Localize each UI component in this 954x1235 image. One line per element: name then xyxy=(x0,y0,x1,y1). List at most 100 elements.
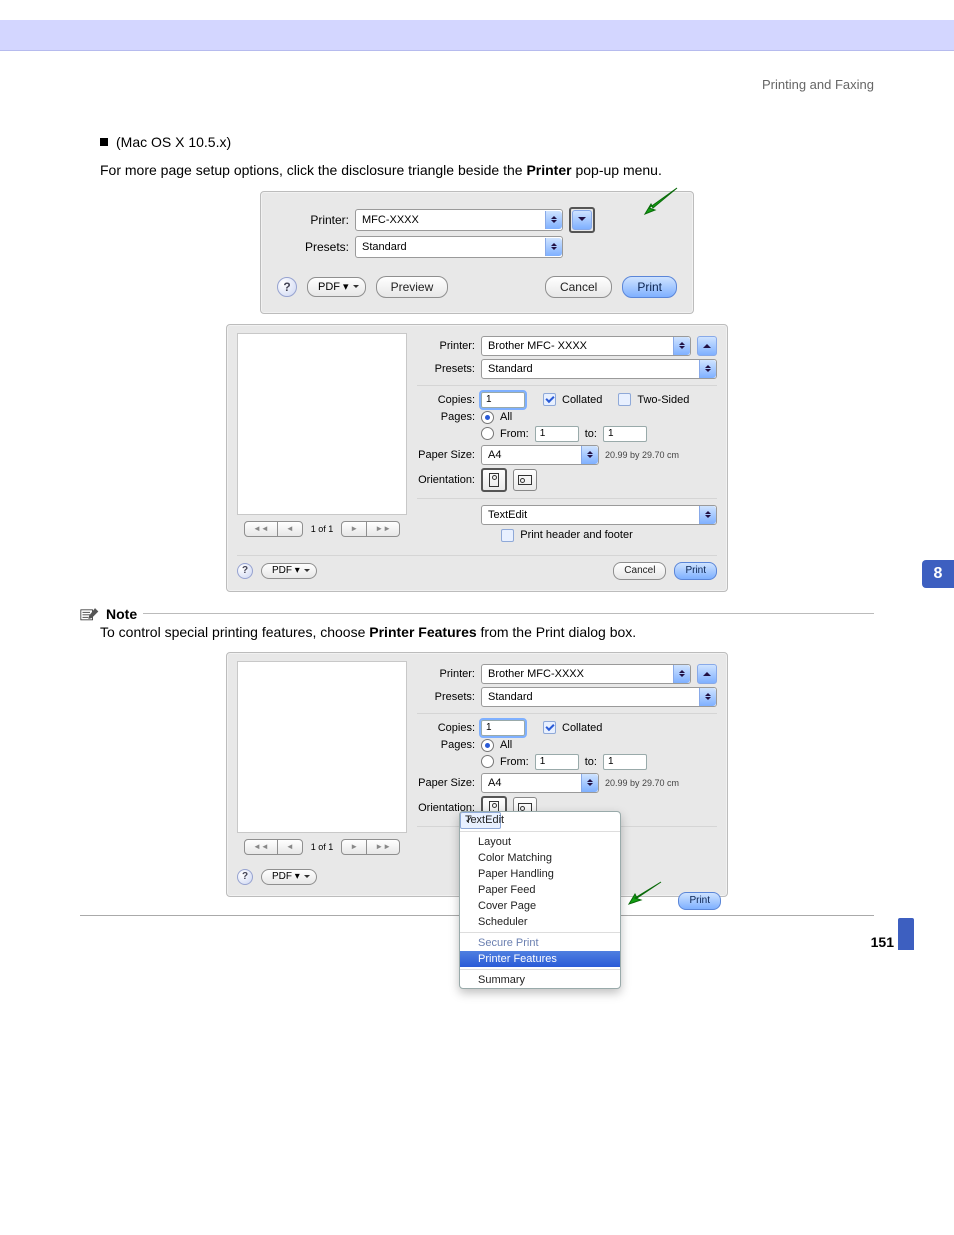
pdf-menu-button[interactable]: PDF ▾ xyxy=(307,277,366,297)
menu-item[interactable]: Cover Page xyxy=(460,898,620,914)
disclosure-triangle-button[interactable] xyxy=(697,664,717,684)
pages-from-label: From: xyxy=(500,756,529,768)
menu-item[interactable]: Paper Handling xyxy=(460,866,620,882)
callout-arrow-icon xyxy=(639,186,679,216)
collated-label: Collated xyxy=(562,394,602,406)
note-rule xyxy=(143,613,874,614)
paper-size-label: Paper Size: xyxy=(417,449,475,461)
collated-checkbox[interactable] xyxy=(543,721,556,734)
os-heading: (Mac OS X 10.5.x) xyxy=(116,132,231,152)
collated-label: Collated xyxy=(562,722,602,734)
preview-page-counter: 1 of 1 xyxy=(311,524,334,534)
preview-page-counter: 1 of 1 xyxy=(311,842,334,852)
pages-label: Pages: xyxy=(417,739,475,751)
popup-arrows-icon xyxy=(699,360,716,378)
orientation-landscape-button[interactable] xyxy=(513,469,537,491)
print-dialog-expanded: ◄◄◄ 1 of 1 ►►► Printer: Brother MFC- XXX… xyxy=(226,324,728,592)
menu-item-printer-features[interactable]: Printer Features xyxy=(460,951,620,967)
disclosure-triangle-button[interactable] xyxy=(572,210,592,230)
paper-size-popup[interactable]: A4 xyxy=(481,445,599,465)
print-button[interactable]: Print xyxy=(674,562,717,580)
preview-prev-seg[interactable]: ◄◄◄ xyxy=(244,839,303,855)
menu-item[interactable]: Paper Feed xyxy=(460,882,620,898)
presets-popup[interactable]: Standard xyxy=(481,359,717,379)
preview-button[interactable]: Preview xyxy=(376,276,449,298)
pages-all-radio[interactable] xyxy=(481,411,494,424)
preview-next-seg[interactable]: ►►► xyxy=(341,521,400,537)
pages-range-radio[interactable] xyxy=(481,755,494,768)
page-preview xyxy=(237,333,407,515)
presets-popup[interactable]: Standard xyxy=(355,236,563,258)
pages-to-field[interactable]: 1 xyxy=(603,754,647,770)
print-button[interactable]: Print xyxy=(678,892,721,910)
printer-popup[interactable]: MFC-XXXX xyxy=(355,209,563,231)
popup-arrows-icon xyxy=(699,506,716,524)
two-sided-checkbox[interactable] xyxy=(618,393,631,406)
paper-size-dimensions: 20.99 by 29.70 cm xyxy=(605,778,679,788)
cancel-button[interactable]: Cancel xyxy=(545,276,612,298)
pages-to-label: to: xyxy=(585,428,597,440)
menu-item-summary[interactable]: Summary xyxy=(460,972,620,988)
pages-all-radio[interactable] xyxy=(481,739,494,752)
pages-to-field[interactable]: 1 xyxy=(603,426,647,442)
chapter-tab: 8 xyxy=(922,560,954,588)
presets-label: Presets: xyxy=(277,240,349,254)
menu-item[interactable]: Color Matching xyxy=(460,850,620,866)
popup-arrows-icon xyxy=(581,446,598,464)
panel-popup[interactable]: TextEdit xyxy=(481,505,717,525)
presets-label: Presets: xyxy=(417,691,475,703)
pages-all-label: All xyxy=(500,411,512,423)
popup-arrows-icon xyxy=(545,238,562,256)
print-button[interactable]: Print xyxy=(622,276,677,298)
page-number: 151 xyxy=(871,934,894,950)
printer-popup[interactable]: Brother MFC- XXXX xyxy=(481,336,691,356)
orientation-portrait-button[interactable] xyxy=(481,468,507,492)
header-band xyxy=(0,20,954,51)
print-dialog-collapsed: Printer: MFC-XXXX Presets: Standard ? PD… xyxy=(260,191,694,314)
copies-field[interactable]: 1 xyxy=(481,392,525,408)
help-button[interactable]: ? xyxy=(237,563,253,579)
popup-arrows-icon xyxy=(673,665,690,683)
pages-from-field[interactable]: 1 xyxy=(535,754,579,770)
pdf-menu-button[interactable]: PDF ▾ xyxy=(261,563,317,579)
list-bullet-icon xyxy=(100,138,108,146)
cancel-button[interactable]: Cancel xyxy=(613,562,666,580)
preview-next-seg[interactable]: ►►► xyxy=(341,839,400,855)
print-header-checkbox[interactable] xyxy=(501,529,514,542)
page-preview xyxy=(237,661,407,833)
disclosure-triangle-button[interactable] xyxy=(697,336,717,356)
breadcrumb: Printing and Faxing xyxy=(80,77,874,92)
pages-from-label: From: xyxy=(500,428,529,440)
menu-item-textedit[interactable]: TextEdit xyxy=(460,812,501,829)
pages-from-field[interactable]: 1 xyxy=(535,426,579,442)
panel-dropdown-menu[interactable]: TextEdit Layout Color Matching Paper Han… xyxy=(459,811,621,989)
popup-arrows-icon xyxy=(581,774,598,792)
presets-popup[interactable]: Standard xyxy=(481,687,717,707)
paper-size-popup[interactable]: A4 xyxy=(481,773,599,793)
preview-prev-seg[interactable]: ◄◄◄ xyxy=(244,521,303,537)
presets-label: Presets: xyxy=(417,363,475,375)
pages-range-radio[interactable] xyxy=(481,427,494,440)
pages-label: Pages: xyxy=(417,411,475,423)
printer-label: Printer: xyxy=(417,668,475,680)
help-button[interactable]: ? xyxy=(277,277,297,297)
copies-field[interactable]: 1 xyxy=(481,720,525,736)
print-header-label: Print header and footer xyxy=(520,529,633,541)
popup-arrows-icon xyxy=(673,337,690,355)
paper-size-dimensions: 20.99 by 29.70 cm xyxy=(605,450,679,460)
pages-all-label: All xyxy=(500,739,512,751)
menu-item[interactable]: Layout xyxy=(460,834,620,850)
callout-arrow-icon xyxy=(625,880,665,906)
help-button[interactable]: ? xyxy=(237,869,253,885)
printer-popup[interactable]: Brother MFC-XXXX xyxy=(481,664,691,684)
printer-label: Printer: xyxy=(277,213,349,227)
collated-checkbox[interactable] xyxy=(543,393,556,406)
note-icon xyxy=(80,607,100,621)
paper-size-label: Paper Size: xyxy=(417,777,475,789)
pdf-menu-button[interactable]: PDF ▾ xyxy=(261,869,317,885)
popup-arrows-icon xyxy=(545,211,562,229)
note-body: To control special printing features, ch… xyxy=(100,622,874,642)
note-heading: Note xyxy=(106,606,137,622)
pages-to-label: to: xyxy=(585,756,597,768)
popup-arrows-icon xyxy=(699,688,716,706)
